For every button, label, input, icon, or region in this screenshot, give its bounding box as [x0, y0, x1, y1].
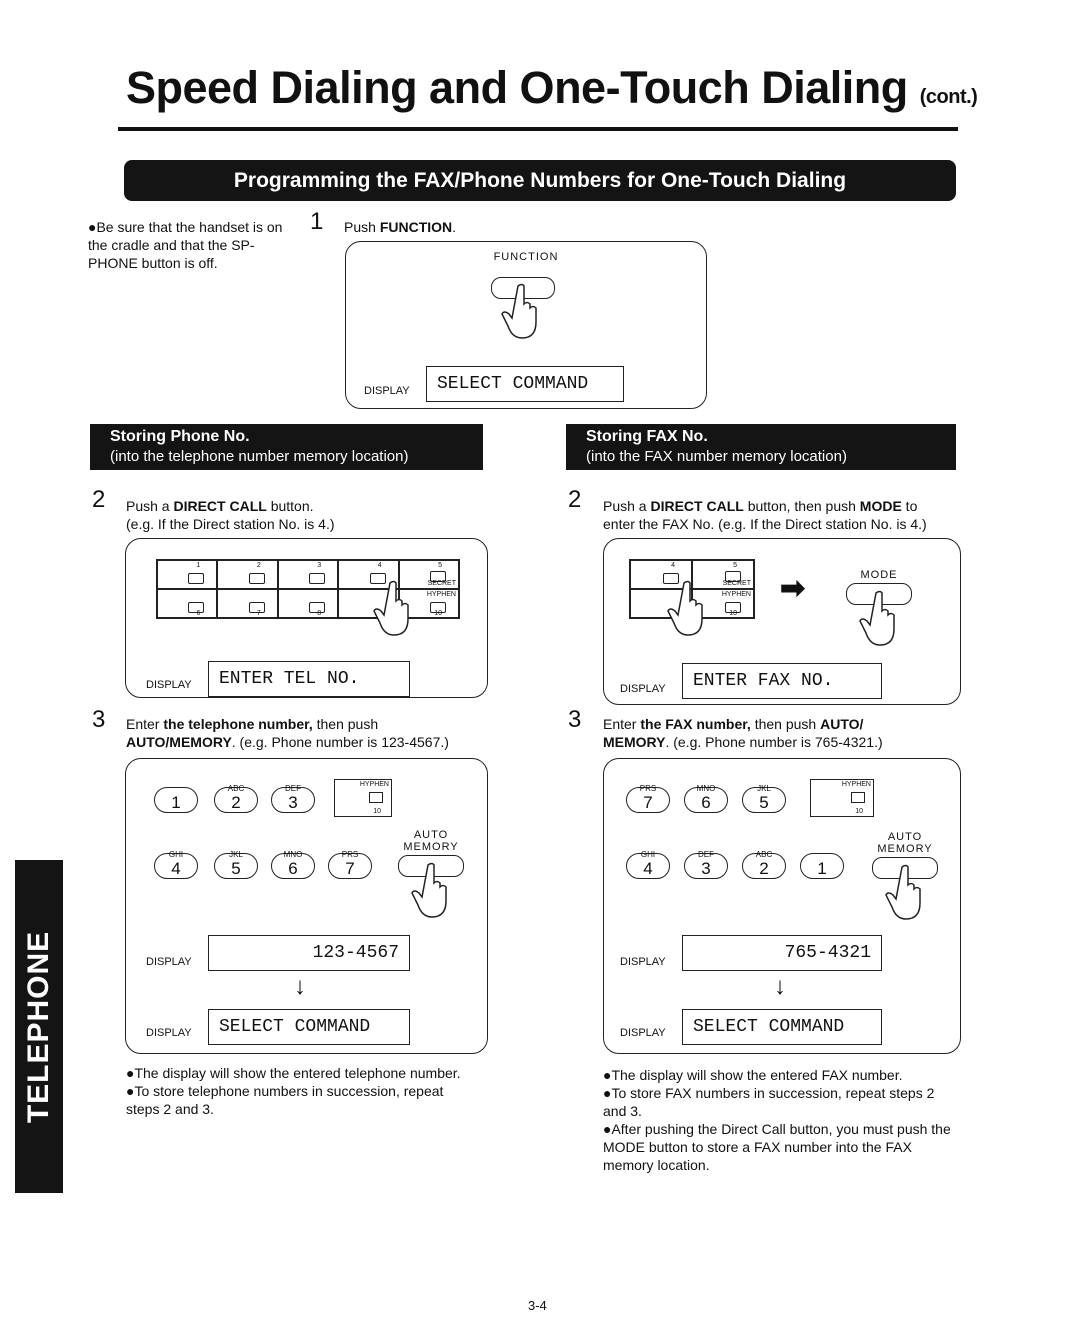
dial-key[interactable]: ABC 2 [214, 784, 258, 813]
dial-key[interactable]: GHI 4 [626, 850, 670, 879]
pointing-hand-icon [373, 580, 409, 636]
pointing-hand-icon [411, 862, 447, 918]
display-label: DISPLAY [620, 956, 666, 968]
pointing-hand-icon [859, 590, 895, 646]
page-title: Speed Dialing and One-Touch Dialing (con… [126, 62, 978, 113]
step-number: 3 [568, 706, 582, 733]
fax-number-panel: PRS 7 MNO 6 JKL 5 HYPHEN 10 GHI 4 DEF 3 ABC 2 1… [603, 758, 961, 1054]
lcd-display: SELECT COMMAND [426, 366, 624, 402]
fax-notes: ●The display will show the entered FAX n… [603, 1067, 951, 1173]
phone-notes: ●The display will show the entered telep… [126, 1065, 461, 1117]
dial-key[interactable]: PRS 7 [328, 850, 372, 879]
dial-key[interactable]: JKL 5 [214, 850, 258, 879]
fax-section-header: Storing FAX No. (into the FAX number memo… [566, 424, 956, 470]
display-label: DISPLAY [364, 385, 410, 397]
title-rule [118, 127, 958, 131]
display-label: DISPLAY [620, 1027, 666, 1039]
display-label: DISPLAY [146, 1027, 192, 1039]
lcd-display: SELECT COMMAND [208, 1009, 410, 1045]
step-number: 1 [310, 208, 324, 235]
dial-key[interactable]: DEF 3 [271, 784, 315, 813]
display-label: DISPLAY [146, 679, 192, 691]
direct-call-key[interactable]: 6 [157, 589, 218, 618]
step1-instruction: Push FUNCTION. [344, 219, 457, 235]
right-arrow-icon: ➡ [780, 572, 806, 605]
dial-key[interactable]: 1 [800, 853, 844, 879]
pointing-hand-icon [501, 283, 537, 339]
step-number: 2 [92, 486, 106, 513]
direct-call-key[interactable]: 2 [217, 560, 278, 589]
lcd-display: ENTER FAX NO. [682, 663, 882, 699]
lcd-display: 765-4321 [682, 935, 882, 971]
page-number: 3-4 [528, 1298, 547, 1313]
auto-memory-label: AUTO MEMORY [403, 829, 459, 853]
dial-key[interactable]: DEF 3 [684, 850, 728, 879]
mode-label: MODE [860, 569, 898, 581]
telephone-section-tab: TELEPHONE [15, 860, 63, 1193]
prerequisite-note: ●Be sure that the handset is on the crad… [88, 219, 283, 271]
phone-direct-call-panel: 1 2 3 4 5 SECRET 6 7 8 HYPHEN 10 DISPLAY E… [125, 538, 488, 698]
step-number: 3 [92, 706, 106, 733]
dial-key[interactable]: ABC 2 [742, 850, 786, 879]
section-banner: Programming the FAX/Phone Numbers for On… [124, 160, 956, 201]
fax-direct-call-panel: 4 5 SECRET HYPHEN 10 ➡ MODE DISPLAY ENTER … [603, 538, 961, 705]
direct-call-key[interactable]: 3 [277, 560, 339, 589]
function-label: FUNCTION [493, 251, 559, 263]
dial-key[interactable]: GHI 4 [154, 850, 198, 879]
dial-key[interactable]: 1 [154, 787, 198, 813]
phone-section-header: Storing Phone No. (into the telephone num… [90, 424, 483, 470]
direct-call-key[interactable]: 7 [217, 589, 278, 618]
down-arrow-icon: ↓ [774, 973, 786, 1000]
dial-key[interactable]: MNO 6 [271, 850, 315, 879]
step-number: 2 [568, 486, 582, 513]
phone-number-panel: 1 ABC 2 DEF 3 HYPHEN 10 GHI 4 JKL 5 MNO 6 PRS 7… [125, 758, 488, 1054]
display-label: DISPLAY [146, 956, 192, 968]
function-panel: FUNCTION DISPLAY SELECT COMMAND [345, 241, 707, 409]
display-label: DISPLAY [620, 683, 666, 695]
dial-key[interactable]: MNO 6 [684, 784, 728, 813]
lcd-display: ENTER TEL NO. [208, 661, 410, 697]
dial-key[interactable]: PRS 7 [626, 784, 670, 813]
hyphen-key[interactable]: HYPHEN 10 [810, 779, 874, 817]
fax-step3-instruction: Enter the FAX number, then push AUTO/MEM… [603, 716, 883, 750]
phone-step3-instruction: Enter the telephone number, then push AUT… [126, 716, 449, 750]
hyphen-key[interactable]: HYPHEN 10 [334, 779, 392, 817]
lcd-display: SELECT COMMAND [682, 1009, 882, 1045]
pointing-hand-icon [885, 864, 921, 920]
down-arrow-icon: ↓ [294, 973, 306, 1000]
auto-memory-label: AUTO MEMORY [877, 831, 933, 855]
lcd-display: 123-4567 [208, 935, 410, 971]
phone-step2-instruction: Push a DIRECT CALL button. (e.g. If the D… [126, 498, 335, 532]
manual-page: Speed Dialing and One-Touch Dialing (con… [0, 0, 1080, 1344]
fax-step2-instruction: Push a DIRECT CALL button, then push MOD… [603, 498, 927, 532]
direct-call-key[interactable]: 1 [157, 560, 218, 589]
dial-key[interactable]: JKL 5 [742, 784, 786, 813]
direct-call-key[interactable]: 8 [277, 589, 339, 618]
pointing-hand-icon [667, 580, 703, 636]
